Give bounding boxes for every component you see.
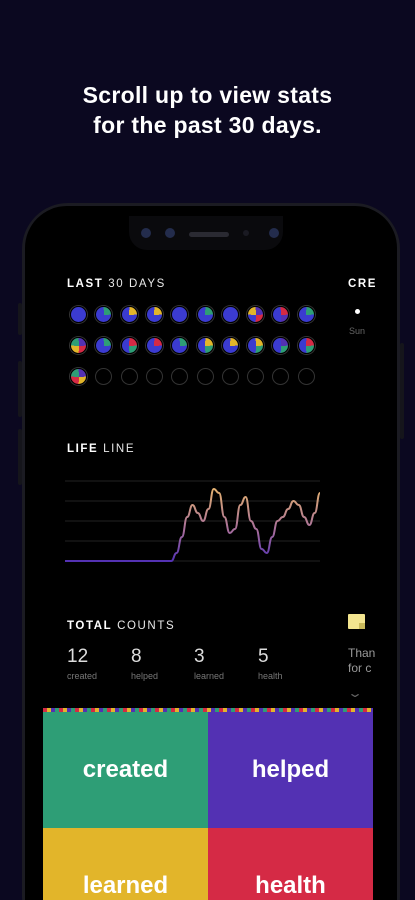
count-created: 12 created — [67, 646, 97, 681]
camera-icon — [141, 228, 151, 238]
day-dot-empty — [120, 368, 138, 385]
day-dot — [171, 337, 189, 354]
phone-button — [18, 429, 22, 485]
phone-button — [400, 343, 404, 439]
total-counts-title: TOTAL COUNTS — [67, 620, 175, 632]
day-dot-empty — [247, 368, 265, 385]
day-dot — [171, 306, 189, 323]
count-label: learned — [194, 671, 225, 681]
count-label: health — [258, 671, 283, 681]
day-dot — [272, 337, 290, 354]
day-dot-empty — [221, 368, 239, 385]
day-dot — [95, 306, 113, 323]
phone-button — [18, 303, 22, 335]
promo-line-2: for the past 30 days. — [93, 112, 322, 138]
day-dot — [196, 306, 214, 323]
phone-screen[interactable]: LAST 30 DAYS CRE Sun LIFE LINE TOTAL COU… — [25, 206, 397, 900]
day-dot — [247, 306, 265, 323]
count-label: created — [67, 671, 98, 681]
count-value: 8 — [131, 646, 142, 667]
tile-label: helped — [251, 756, 330, 783]
day-dot-empty — [145, 368, 163, 385]
phone-frame: LAST 30 DAYS CRE Sun LIFE LINE TOTAL COU… — [18, 203, 404, 900]
day-dot-empty — [95, 368, 113, 385]
title-light: LINE — [103, 443, 136, 455]
title-light: COUNTS — [117, 620, 176, 632]
count-helped: 8 helped — [131, 646, 158, 681]
count-value: 3 — [194, 646, 205, 667]
title-bold: TOTAL — [67, 620, 113, 632]
day-dot-empty — [196, 368, 214, 385]
promo-heading: Scroll up to view stats for the past 30 … — [0, 80, 415, 140]
life-line-series — [65, 487, 321, 562]
peek-line: for c — [348, 661, 372, 675]
day-dot — [95, 337, 113, 354]
next-card-title: CRE — [348, 278, 378, 290]
last-30-days-title: LAST 30 DAYS — [67, 278, 166, 290]
count-learned: 3 learned — [194, 646, 224, 681]
life-line-chart — [65, 480, 321, 562]
category-tiles: created helped learned health — [43, 708, 373, 900]
count-label: helped — [131, 671, 159, 681]
day-dot — [145, 337, 163, 354]
camera-icon — [269, 228, 279, 238]
day-dot — [70, 306, 87, 323]
day-dot — [272, 306, 290, 323]
title-light: 30 DAYS — [108, 278, 166, 290]
day-dot — [297, 337, 315, 354]
promo-line-1: Scroll up to view stats — [82, 82, 333, 108]
tile-health[interactable]: health — [208, 828, 373, 900]
day-dot-empty — [171, 368, 189, 385]
phone-notch — [129, 216, 283, 250]
day-dot — [221, 306, 239, 323]
day-marker — [355, 309, 360, 314]
next-card-text: Than for c — [348, 646, 375, 676]
day-label: Sun — [349, 326, 366, 336]
tile-helped[interactable]: helped — [208, 712, 373, 828]
sticky-note-icon — [348, 614, 365, 629]
phone-button — [18, 361, 22, 417]
tile-label: health — [255, 872, 326, 899]
speaker-grille — [189, 232, 229, 237]
day-dot — [120, 337, 138, 354]
day-dot — [247, 337, 265, 354]
day-dot — [221, 337, 239, 354]
count-health: 5 health — [258, 646, 283, 681]
day-dot-empty — [297, 368, 315, 385]
tile-label: created — [82, 756, 169, 783]
tile-label: learned — [82, 872, 169, 899]
day-dot — [145, 306, 163, 323]
title-bold: LAST — [67, 278, 104, 290]
day-dot — [70, 337, 87, 354]
count-value: 5 — [258, 646, 269, 667]
tile-created[interactable]: created — [43, 712, 208, 828]
life-line-title: LIFE LINE — [67, 443, 135, 455]
day-dot-empty — [272, 368, 290, 385]
count-value: 12 — [67, 646, 89, 667]
day-dot — [70, 368, 87, 385]
day-dot — [297, 306, 315, 323]
day-dot — [120, 306, 138, 323]
chevron-down-icon[interactable]: ⌄ — [347, 686, 363, 700]
tile-learned[interactable]: learned — [43, 828, 208, 900]
day-dot — [196, 337, 214, 354]
peek-line: Than — [348, 646, 376, 660]
title-bold: LIFE — [67, 443, 99, 455]
sensor-icon — [243, 230, 249, 236]
camera-icon — [165, 228, 175, 238]
